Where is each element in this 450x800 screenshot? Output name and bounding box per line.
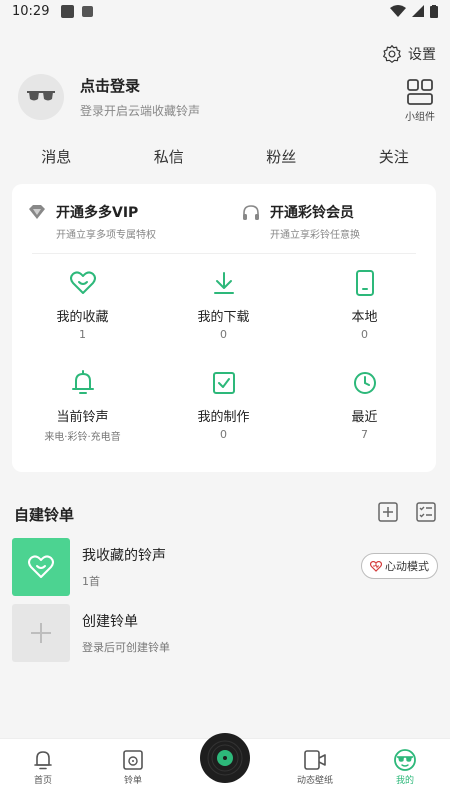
- vip-row: 开通多多VIP 开通立享多项专属特权 开通彩铃会员 开通立享彩铃任意换: [12, 184, 436, 254]
- diamond-icon: [29, 205, 45, 219]
- ringtone-member-title: 开通彩铃会员: [270, 205, 354, 221]
- tab-home-label: 首页: [33, 776, 52, 786]
- status-time: 10:29: [12, 3, 50, 19]
- tab-playlists-label: 铃单: [123, 776, 142, 786]
- local-label: 本地: [351, 310, 378, 325]
- ringtone-member-subtitle: 开通立享彩铃任意换: [270, 230, 360, 241]
- messages-link[interactable]: 消息: [16, 146, 96, 170]
- recent-item[interactable]: 最近 7: [294, 368, 435, 458]
- music-box-icon: [123, 750, 143, 770]
- my-creations-count: 0: [220, 428, 227, 441]
- clock-icon: [353, 372, 376, 394]
- my-favorites-label: 我的收藏: [56, 310, 109, 325]
- status-bar: 10:29: [0, 0, 450, 22]
- my-downloads-label: 我的下载: [197, 310, 250, 325]
- my-downloads-count: 0: [220, 328, 227, 341]
- login-profile[interactable]: 点击登录 登录开启云端收藏铃声: [18, 74, 200, 120]
- local-count: 0: [361, 328, 368, 341]
- my-creations-item[interactable]: 我的制作 0: [153, 368, 294, 458]
- signal-icon: [412, 5, 424, 17]
- private-messages-link[interactable]: 私信: [129, 146, 209, 170]
- add-playlist-icon[interactable]: [378, 502, 398, 522]
- bottom-tab-bar: 首页 铃单 动态壁纸 我的: [0, 733, 450, 800]
- favorites-playlist-item[interactable]: 我收藏的铃声 1首 心动模式: [12, 538, 438, 596]
- fans-link[interactable]: 粉丝: [241, 146, 321, 170]
- create-playlist-subtitle: 登录后可创建铃单: [82, 641, 170, 654]
- my-favorites-item[interactable]: 我的收藏 1: [12, 268, 153, 358]
- phone-video-icon: [304, 750, 326, 770]
- tab-playlists[interactable]: 铃单: [103, 747, 163, 786]
- tab-live-wallpaper-label: 动态壁纸: [296, 776, 333, 786]
- manage-playlist-icon[interactable]: [416, 502, 436, 522]
- my-downloads-item[interactable]: 我的下载 0: [153, 268, 294, 358]
- vip-membership-button[interactable]: 开通多多VIP 开通立享多项专属特权: [28, 202, 156, 241]
- divider: [32, 253, 416, 254]
- recent-label: 最近: [351, 410, 378, 425]
- my-favorites-count: 1: [79, 328, 86, 341]
- favorites-playlist-count: 1首: [82, 575, 100, 588]
- widget-grid-icon: [407, 79, 433, 105]
- bell-icon: [71, 370, 94, 394]
- vip-title: 开通多多VIP: [56, 205, 139, 221]
- tab-mine[interactable]: 我的: [375, 747, 435, 786]
- avatar[interactable]: [18, 74, 64, 120]
- heart-icon: [69, 271, 96, 294]
- widget-button[interactable]: 小组件: [402, 78, 438, 123]
- section-actions: [378, 502, 436, 522]
- my-creations-label: 我的制作: [197, 410, 250, 425]
- heartbeat-mode-label: 心动模式: [385, 560, 429, 573]
- widget-label: 小组件: [405, 112, 435, 123]
- notification-icon: [61, 4, 75, 18]
- tab-live-wallpaper[interactable]: 动态壁纸: [285, 747, 345, 786]
- ringtone-membership-button[interactable]: 开通彩铃会员 开通立享彩铃任意换: [242, 202, 360, 241]
- login-subtitle: 登录开启云端收藏铃声: [80, 104, 201, 118]
- download-icon: [213, 272, 234, 294]
- gear-icon: [383, 45, 401, 63]
- following-link[interactable]: 关注: [354, 146, 434, 170]
- plus-icon: [31, 623, 51, 643]
- current-ringtone-detail: 来电·彩铃·充电音: [44, 432, 121, 443]
- social-row: 消息 私信 粉丝 关注: [0, 146, 450, 170]
- login-title[interactable]: 点击登录: [80, 75, 200, 96]
- tab-mine-label: 我的: [395, 776, 414, 786]
- phone-icon: [355, 270, 374, 296]
- vip-subtitle: 开通立享多项专属特权: [56, 230, 156, 241]
- battery-icon: [430, 4, 438, 18]
- tab-home[interactable]: 首页: [13, 747, 73, 786]
- wifi-icon: [390, 5, 406, 17]
- sunglasses-face-icon: [394, 749, 416, 771]
- create-playlist-cover: [12, 604, 70, 662]
- create-playlist-title: 创建铃单: [82, 614, 138, 630]
- heart-icon: [28, 555, 54, 578]
- now-playing-disc[interactable]: [200, 733, 250, 783]
- bell-home-icon: [34, 751, 52, 770]
- favorites-playlist-cover: [12, 538, 70, 596]
- settings-label: 设置: [408, 47, 436, 63]
- local-item[interactable]: 本地 0: [294, 268, 435, 358]
- recent-count: 7: [361, 428, 368, 441]
- sunglasses-avatar-icon: [27, 91, 55, 101]
- heart-pulse-icon: [370, 560, 382, 572]
- favorites-playlist-title: 我收藏的铃声: [82, 548, 166, 564]
- current-ringtone-item[interactable]: 当前铃声 来电·彩铃·充电音: [12, 368, 153, 458]
- heartbeat-mode-button[interactable]: 心动模式: [361, 553, 438, 579]
- check-square-icon: [212, 372, 235, 394]
- current-ringtone-label: 当前铃声: [56, 410, 109, 425]
- settings-button[interactable]: 设置: [382, 44, 436, 64]
- features-card: 开通多多VIP 开通立享多项专属特权 开通彩铃会员 开通立享彩铃任意换 我的收藏…: [12, 184, 436, 472]
- headset-icon: [243, 205, 259, 220]
- vinyl-record-icon: [203, 736, 247, 780]
- create-playlist-item[interactable]: 创建铃单 登录后可创建铃单: [12, 604, 438, 662]
- app-notification-icon: [82, 5, 94, 17]
- custom-playlists-title: 自建铃单: [14, 506, 75, 524]
